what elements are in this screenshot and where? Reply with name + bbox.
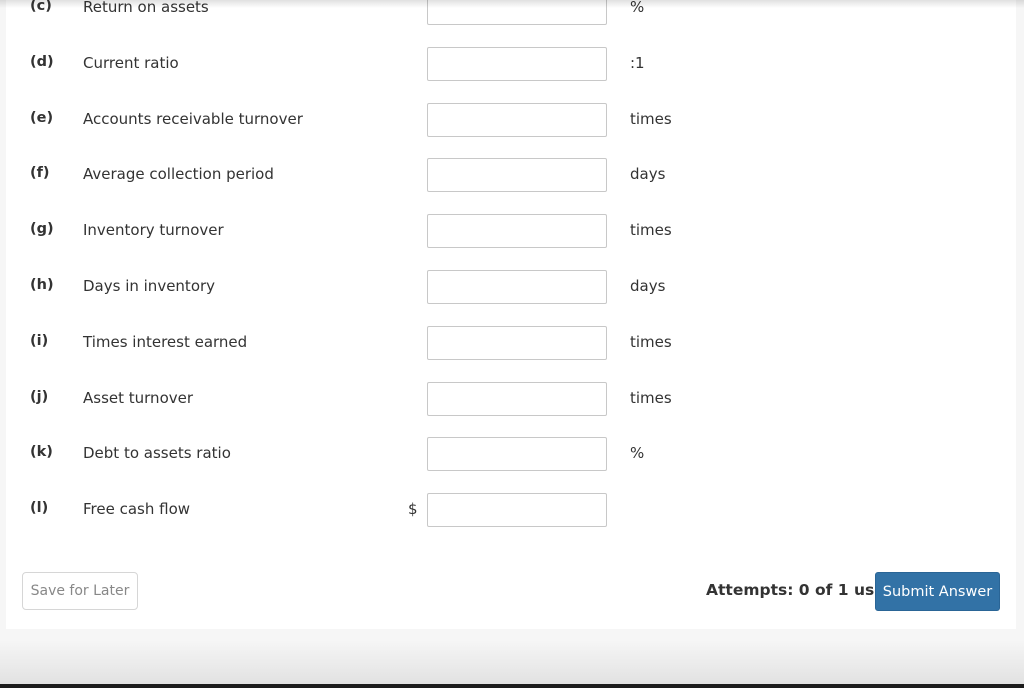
row-label: Days in inventory	[83, 277, 216, 295]
unit-label: times	[630, 221, 672, 240]
answer-input[interactable]	[427, 270, 607, 304]
ratio-row: (f) Average collection period days	[6, 157, 1016, 193]
ratio-row: (k) Debt to assets ratio%	[6, 436, 1016, 472]
dollar-sign-prefix: $	[408, 500, 418, 519]
submit-answer-button[interactable]: Submit Answer	[875, 572, 1000, 611]
ratio-row: (d) Current ratio :1	[6, 46, 1016, 82]
answer-input[interactable]	[427, 214, 607, 249]
answer-input[interactable]	[427, 46, 607, 81]
row-label: Asset turnover	[83, 388, 194, 407]
answer-input[interactable]	[427, 102, 607, 137]
ratio-row: (j) Asset turnover times	[6, 381, 1016, 417]
row-label: Times interest earned	[83, 332, 248, 351]
answer-input[interactable]	[427, 437, 607, 472]
ratio-row: (i) Times interest earned times	[6, 325, 1016, 361]
unit-label: times	[630, 332, 672, 351]
unit-label: days	[630, 277, 666, 295]
answer-input[interactable]	[427, 493, 607, 528]
ratio-row: (l) Free cash flow $	[6, 492, 1016, 528]
answer-input[interactable]	[427, 381, 607, 416]
row-label: Free cash flow	[83, 500, 191, 519]
unit-label: times	[630, 388, 672, 407]
row-letter: (d)	[30, 53, 54, 70]
row-label: Average collection period	[83, 165, 274, 184]
row-label: Accounts receivable turnover	[83, 109, 303, 128]
row-letter: (h)	[30, 277, 54, 293]
row-letter: (k)	[30, 444, 53, 461]
row-label: Inventory turnover	[83, 221, 224, 240]
bottom-edge	[0, 684, 1024, 688]
unit-label: days	[630, 165, 666, 184]
row-letter: (j)	[30, 388, 49, 405]
top-shadow	[0, 0, 1024, 8]
unit-label: %	[630, 444, 645, 463]
row-letter: (e)	[30, 109, 54, 126]
answer-input[interactable]	[427, 325, 607, 360]
answer-input[interactable]	[427, 158, 607, 193]
row-label: Current ratio	[83, 53, 179, 72]
ratio-row: (e) Accounts receivable turnover times	[6, 102, 1016, 138]
row-letter: (f)	[30, 165, 50, 182]
row-label: Debt to assets ratio	[83, 444, 231, 463]
question-panel: (c)Return on assets%(d)Current ratio:1(e…	[6, 0, 1016, 629]
row-letter: (l)	[30, 500, 49, 517]
row-letter: (i)	[30, 332, 49, 349]
unit-label: times	[630, 109, 672, 128]
ratio-row: (g) Inventory turnover times	[6, 213, 1016, 249]
attempts-counter: Attempts: 0 of 1 used	[706, 581, 896, 599]
ratio-row: (h) Days in inventory days	[6, 269, 1016, 305]
unit-label: :1	[630, 53, 645, 72]
row-letter: (g)	[30, 221, 54, 238]
save-for-later-button[interactable]: Save for Later	[22, 572, 138, 610]
